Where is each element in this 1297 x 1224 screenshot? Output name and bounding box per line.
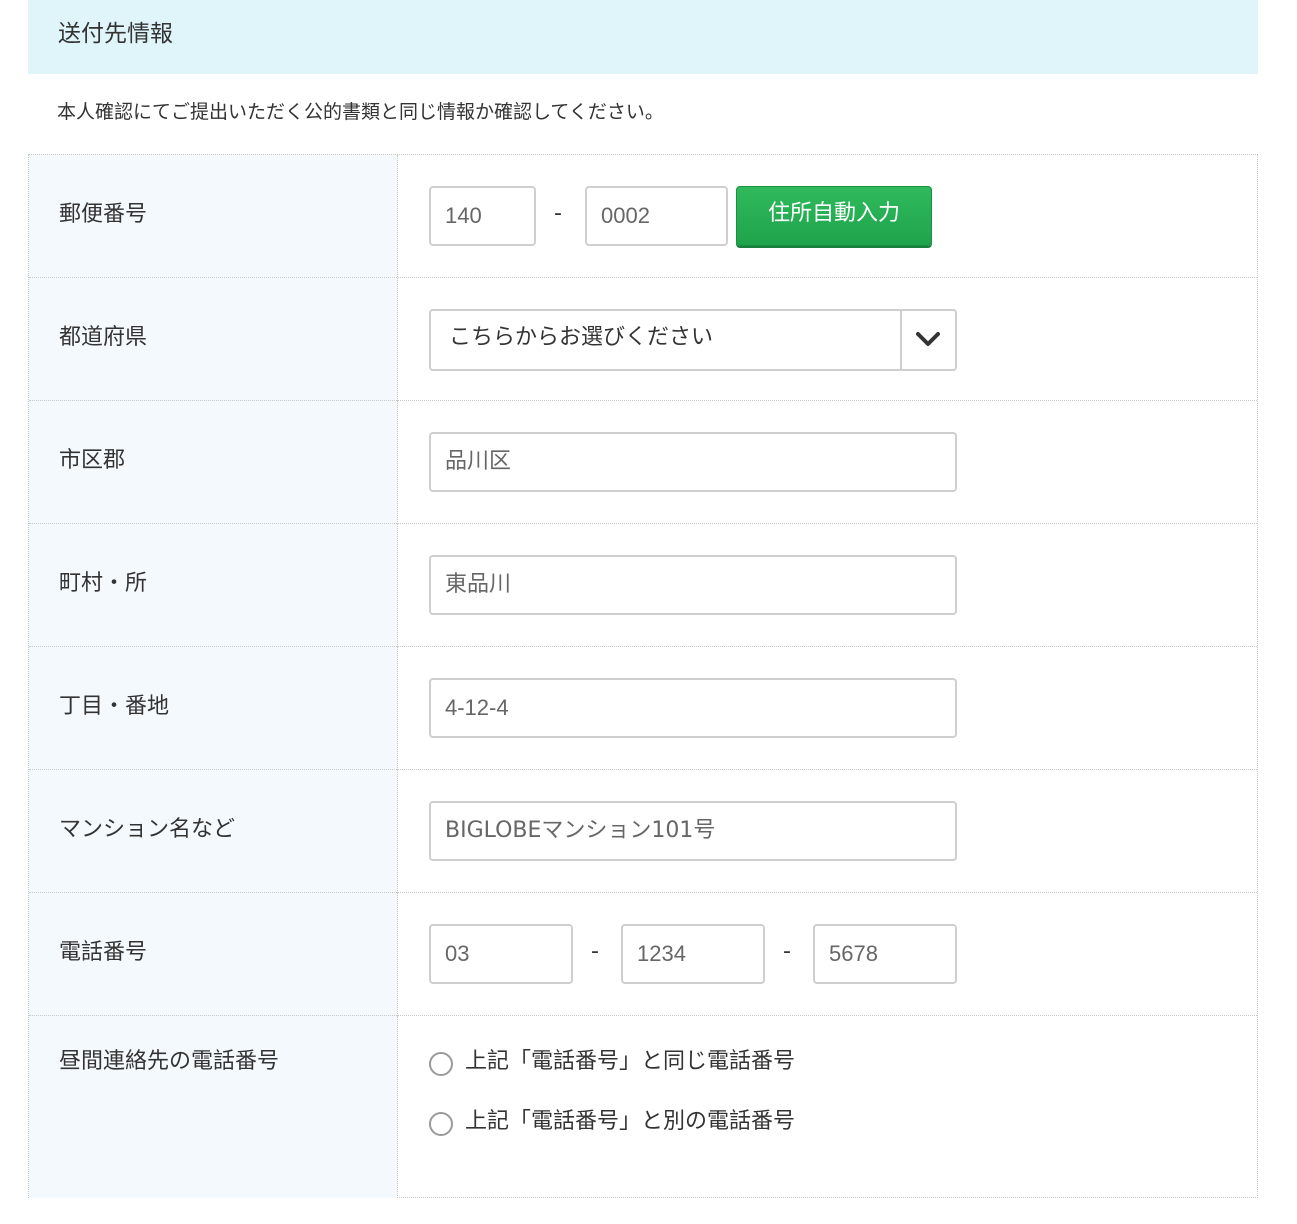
row-building-name: マンション名など BIGLOBEマンション101号 [29, 769, 1257, 893]
chevron-down-icon [916, 332, 940, 346]
phone-area-code-input[interactable]: 03 [429, 924, 573, 984]
address-autofill-button[interactable]: 住所自動入力 [736, 186, 932, 246]
label-cell: 丁目・番地 [29, 647, 398, 770]
postal-code-first-input[interactable]: 140 [429, 186, 536, 246]
row-prefecture: 都道府県 こちらからお選びください [29, 277, 1257, 401]
label-cell: マンション名など [29, 770, 398, 893]
radio-label[interactable]: 上記「電話番号」と別の電話番号 [465, 1107, 795, 1137]
building-name-input[interactable]: BIGLOBEマンション101号 [429, 801, 957, 861]
block-number-label: 丁目・番地 [59, 694, 170, 719]
label-cell: 都道府県 [29, 278, 398, 401]
label-cell: 郵便番号 [29, 155, 398, 277]
radio-label[interactable]: 上記「電話番号」と同じ電話番号 [465, 1047, 795, 1077]
prefecture-select[interactable]: こちらからお選びください [429, 309, 957, 371]
label-cell: 昼間連絡先の電話番号 [29, 1016, 398, 1198]
postal-code-second-input[interactable]: 0002 [585, 186, 728, 246]
city-input[interactable]: 品川区 [429, 432, 957, 492]
radio-button-icon[interactable] [429, 1052, 453, 1076]
label-cell: 町村・所 [29, 524, 398, 647]
section-header: 送付先情報 [28, 0, 1258, 74]
section-title: 送付先情報 [58, 21, 173, 47]
phone-label: 電話番号 [59, 940, 148, 965]
row-town: 町村・所 東品川 [29, 523, 1257, 647]
postal-code-separator: - [554, 201, 562, 226]
phone-separator: - [591, 939, 599, 964]
row-postal-code: 郵便番号 140 - 0002 住所自動入力 [29, 155, 1257, 277]
row-city: 市区郡 品川区 [29, 400, 1257, 524]
postal-code-label: 郵便番号 [59, 202, 148, 227]
radio-button-icon[interactable] [429, 1112, 453, 1136]
prefecture-select-value: こちらからお選びください [449, 325, 714, 350]
label-cell: 市区郡 [29, 401, 398, 524]
phone-exchange-input[interactable]: 1234 [621, 924, 765, 984]
row-daytime-phone: 昼間連絡先の電話番号 上記「電話番号」と同じ電話番号 上記「電話番号」と別の電話… [29, 1015, 1257, 1198]
city-label: 市区郡 [59, 448, 126, 473]
row-phone: 電話番号 03 - 1234 - 5678 [29, 892, 1257, 1016]
address-form: 郵便番号 140 - 0002 住所自動入力 都道府県 こちらからお選びください… [28, 154, 1258, 1198]
daytime-phone-label: 昼間連絡先の電話番号 [59, 1049, 280, 1074]
town-label: 町村・所 [59, 571, 148, 596]
notice-text: 本人確認にてご提出いただく公的書類と同じ情報か確認してください。 [57, 101, 664, 123]
label-cell: 電話番号 [29, 893, 398, 1016]
building-name-label: マンション名など [59, 817, 236, 842]
prefecture-label: 都道府県 [59, 325, 148, 350]
block-number-input[interactable]: 4-12-4 [429, 678, 957, 738]
row-block-number: 丁目・番地 4-12-4 [29, 646, 1257, 770]
phone-subscriber-input[interactable]: 5678 [813, 924, 957, 984]
select-arrow-button[interactable] [900, 311, 955, 369]
town-input[interactable]: 東品川 [429, 555, 957, 615]
phone-separator: - [783, 939, 791, 964]
